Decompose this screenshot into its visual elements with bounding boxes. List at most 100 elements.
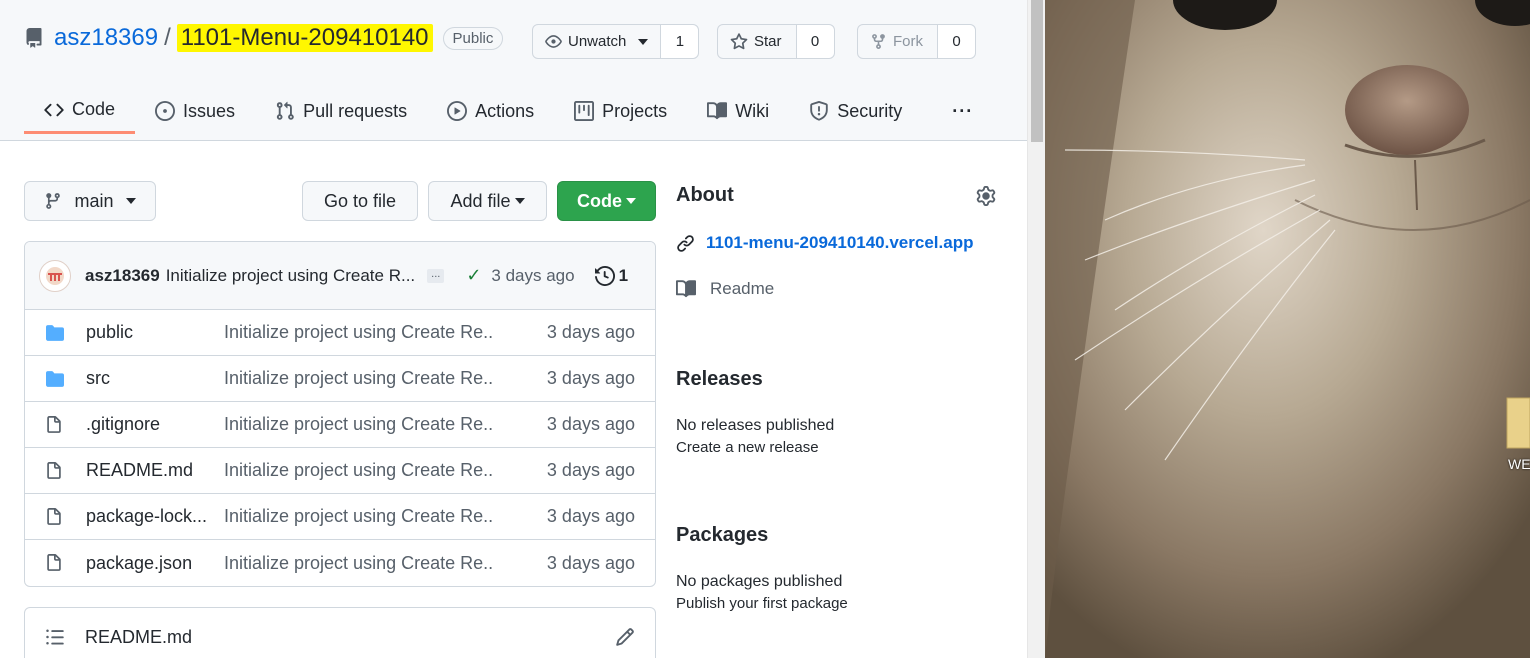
no-releases-text: No releases published xyxy=(676,417,835,434)
packages-title[interactable]: Packages xyxy=(676,524,996,547)
branch-select-button[interactable]: main xyxy=(24,181,156,221)
chevron-down-icon xyxy=(125,198,136,204)
tab-actions[interactable]: Actions xyxy=(427,88,554,134)
code-download-button[interactable]: Code xyxy=(557,181,656,221)
folder-icon xyxy=(45,324,65,342)
file-name-link[interactable]: package-lock... xyxy=(86,506,224,527)
play-icon xyxy=(447,101,468,121)
project-icon xyxy=(574,101,595,121)
file-row[interactable]: .gitignore Initialize project using Crea… xyxy=(25,402,655,448)
file-icon xyxy=(45,461,65,481)
readme-title: README.md xyxy=(85,626,193,647)
tab-actions-label: Actions xyxy=(475,100,535,121)
file-row[interactable]: src Initialize project using Create Re..… xyxy=(25,356,655,402)
pencil-icon[interactable] xyxy=(615,627,635,647)
file-commit-message[interactable]: Initialize project using Create Re... xyxy=(224,414,494,435)
check-icon[interactable]: ✓ xyxy=(466,265,481,286)
book-icon xyxy=(707,102,728,120)
more-icon: ··· xyxy=(952,100,974,121)
website-link[interactable]: 1101-menu-209410140.vercel.app xyxy=(676,233,996,253)
file-row[interactable]: README.md Initialize project using Creat… xyxy=(25,448,655,494)
file-age: 3 days ago xyxy=(546,322,635,342)
commit-time[interactable]: 3 days ago xyxy=(491,266,574,286)
go-to-file-button[interactable]: Go to file xyxy=(302,181,418,221)
page-scrollbar[interactable] xyxy=(1027,0,1045,658)
publish-package-link[interactable]: Publish your first package xyxy=(676,595,996,612)
repo-owner-link[interactable]: asz18369 xyxy=(54,24,158,52)
tab-code[interactable]: Code xyxy=(24,88,136,134)
file-icon xyxy=(45,507,65,527)
fork-count[interactable]: 0 xyxy=(937,25,975,58)
watch-count[interactable]: 1 xyxy=(660,25,699,58)
readme-link-label: Readme xyxy=(710,279,775,298)
issue-icon xyxy=(155,101,176,121)
create-release-link[interactable]: Create a new release xyxy=(676,439,996,456)
releases-title[interactable]: Releases xyxy=(676,368,996,391)
gear-icon[interactable] xyxy=(976,185,996,206)
file-name-link[interactable]: README.md xyxy=(86,460,224,481)
file-name-link[interactable]: public xyxy=(86,322,224,343)
desktop-icon-label[interactable]: WE xyxy=(1508,456,1530,472)
fork-button[interactable]: Fork 0 xyxy=(857,24,976,59)
repo-tabs: Code Issues Pull requests Actions Projec… xyxy=(24,88,993,134)
repo-name-link[interactable]: 1101-Menu-209410140 xyxy=(176,24,433,52)
file-commit-message[interactable]: Initialize project using Create Re... xyxy=(224,368,494,389)
file-commit-message[interactable]: Initialize project using Create Re... xyxy=(224,460,494,481)
commit-history-link[interactable]: 1 xyxy=(594,265,629,286)
fork-icon xyxy=(872,34,885,49)
file-age: 3 days ago xyxy=(546,460,635,480)
folder-icon xyxy=(45,370,65,388)
file-age: 3 days ago xyxy=(546,368,635,388)
tab-projects-label: Projects xyxy=(602,100,668,121)
file-listing: asz18369 Initialize project using Create… xyxy=(24,241,656,587)
file-row[interactable]: package.json Initialize project using Cr… xyxy=(25,540,655,586)
github-page: asz18369 / 1101-Menu-209410140 Public Un… xyxy=(0,0,1027,658)
book-icon xyxy=(676,280,696,298)
latest-commit-bar: asz18369 Initialize project using Create… xyxy=(25,242,655,310)
scrollbar-thumb[interactable] xyxy=(1031,0,1043,142)
avatar[interactable] xyxy=(39,259,71,292)
shield-icon xyxy=(810,101,828,121)
file-name-link[interactable]: package.json xyxy=(86,553,224,574)
file-row[interactable]: public Initialize project using Create R… xyxy=(25,310,655,356)
file-commit-message[interactable]: Initialize project using Create Re... xyxy=(224,553,494,574)
expand-commit-button[interactable]: ... xyxy=(427,268,445,283)
file-commit-message[interactable]: Initialize project using Create Re... xyxy=(224,322,494,343)
tab-issues[interactable]: Issues xyxy=(135,88,255,134)
star-icon xyxy=(730,32,748,49)
chevron-down-icon xyxy=(514,198,525,204)
watch-button[interactable]: Unwatch 1 xyxy=(532,24,700,59)
add-file-button[interactable]: Add file xyxy=(428,181,547,221)
tab-wiki[interactable]: Wiki xyxy=(687,88,789,134)
file-age: 3 days ago xyxy=(546,506,635,526)
fork-label: Fork xyxy=(893,33,923,50)
tab-security[interactable]: Security xyxy=(789,88,922,134)
commit-count: 1 xyxy=(618,265,629,285)
commit-message-link[interactable]: Initialize project using Create R... xyxy=(166,266,415,286)
file-icon xyxy=(45,415,65,435)
repo-title: asz18369 / 1101-Menu-209410140 Public xyxy=(24,24,504,52)
file-name-link[interactable]: src xyxy=(86,368,224,389)
desktop-wallpaper: WE xyxy=(1045,0,1530,658)
list-icon[interactable] xyxy=(45,627,65,647)
readme-link[interactable]: Readme xyxy=(676,279,996,299)
releases-section: Releases xyxy=(676,368,996,391)
more-tabs-button[interactable]: ··· xyxy=(922,88,993,134)
file-name-link[interactable]: .gitignore xyxy=(86,414,224,435)
otter-wallpaper-image xyxy=(1045,0,1530,658)
packages-section: Packages xyxy=(676,524,996,547)
star-count[interactable]: 0 xyxy=(795,25,834,58)
tab-security-label: Security xyxy=(837,100,903,121)
file-age: 3 days ago xyxy=(546,414,635,434)
tab-pull-requests-label: Pull requests xyxy=(303,100,408,121)
star-button[interactable]: Star 0 xyxy=(717,24,835,59)
file-row[interactable]: package-lock... Initialize project using… xyxy=(25,494,655,540)
pull-request-icon xyxy=(276,101,294,120)
file-commit-message[interactable]: Initialize project using Create Re... xyxy=(224,506,494,527)
tab-issues-label: Issues xyxy=(183,100,236,121)
commit-author-link[interactable]: asz18369 xyxy=(85,266,160,286)
tab-pull-requests[interactable]: Pull requests xyxy=(255,88,427,134)
eye-icon xyxy=(545,35,562,48)
star-label: Star xyxy=(754,33,782,50)
tab-projects[interactable]: Projects xyxy=(554,88,687,134)
